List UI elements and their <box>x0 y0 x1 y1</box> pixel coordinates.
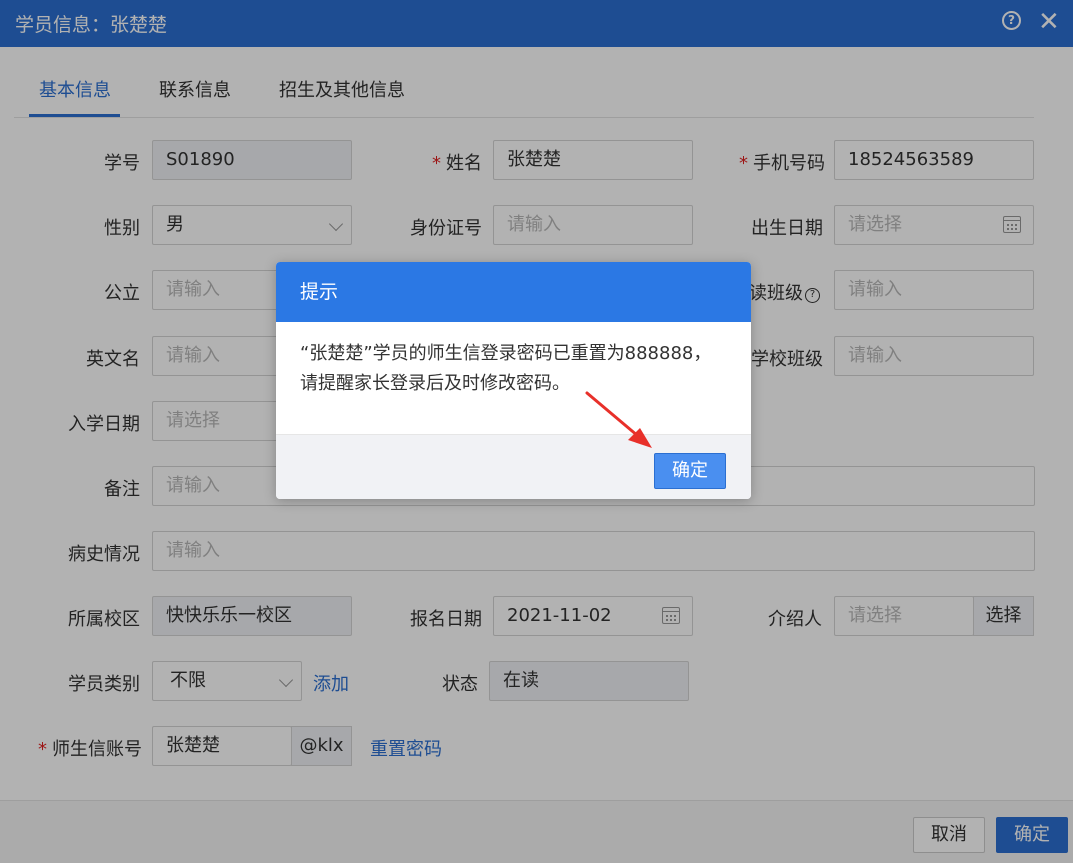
annotation-arrow-icon <box>585 391 652 448</box>
